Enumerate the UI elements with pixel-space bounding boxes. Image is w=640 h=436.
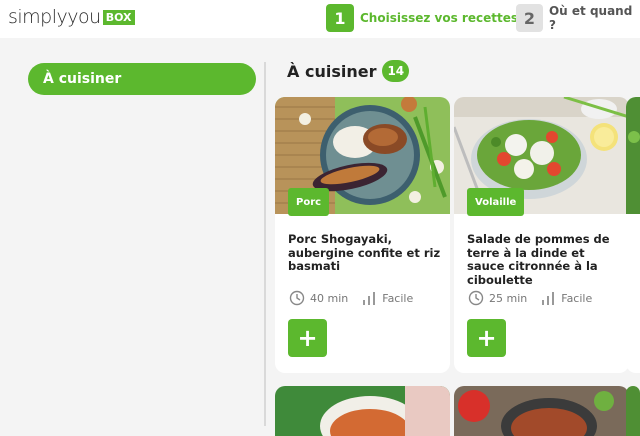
- logo-text: simplyyou: [8, 6, 101, 28]
- difficulty-level: Facile: [561, 291, 593, 305]
- step-choose-recipes[interactable]: 1 Choisissez vos recettes: [326, 4, 518, 32]
- top-bar: simplyyou BOX 1 Choisissez vos recettes …: [0, 0, 640, 38]
- recipe-image: [626, 97, 640, 214]
- recipe-card-partial[interactable]: [275, 386, 450, 436]
- clock-icon: [289, 290, 305, 306]
- category-tag: Porc: [288, 188, 330, 216]
- add-recipe-button[interactable]: +: [288, 319, 327, 357]
- clock-icon: [468, 290, 484, 306]
- difficulty-level: Facile: [382, 291, 414, 305]
- category-tag: Volaille: [467, 188, 525, 216]
- cook-time: 25 min: [489, 291, 528, 305]
- sidebar-item-label: À cuisiner: [43, 71, 122, 87]
- plus-icon: +: [476, 324, 497, 352]
- step-number: 1: [326, 4, 354, 32]
- step-label: Choisissez vos recettes: [360, 11, 518, 25]
- cook-time: 40 min: [310, 291, 349, 305]
- recipe-meta: 25 min Facile: [468, 290, 592, 306]
- add-recipe-button[interactable]: +: [467, 319, 506, 357]
- step-label: Où et quand ?: [548, 4, 633, 32]
- difficulty-bars-icon: [542, 292, 555, 305]
- recipe-image: [275, 386, 450, 436]
- recipe-card-partial[interactable]: [626, 97, 640, 373]
- step-number: 2: [516, 4, 543, 32]
- recipe-title[interactable]: Salade de pommes de terre à la dinde et …: [467, 232, 622, 287]
- vertical-divider: [264, 62, 266, 426]
- recipe-card[interactable]: Porc Porc Shogayaki, aubergine confite e…: [275, 97, 450, 373]
- logo-box: BOX: [102, 9, 135, 25]
- brand-logo[interactable]: simplyyou BOX: [8, 4, 135, 30]
- recipe-card[interactable]: Volaille Salade de pommes de terre à la …: [454, 97, 629, 373]
- count-badge: 14: [382, 60, 410, 82]
- recipe-meta: 40 min Facile: [289, 290, 413, 306]
- difficulty-bars-icon: [363, 292, 376, 305]
- plus-icon: +: [297, 324, 318, 352]
- section-header: À cuisiner 14: [287, 60, 410, 82]
- recipe-image: [454, 386, 629, 436]
- page-title: À cuisiner: [287, 61, 377, 81]
- recipe-card-partial[interactable]: [626, 386, 640, 436]
- recipe-card-partial[interactable]: [454, 386, 629, 436]
- recipe-image: [626, 386, 640, 436]
- step-where-when[interactable]: 2 Où et quand ?: [516, 4, 640, 32]
- sidebar-item-a-cuisiner[interactable]: À cuisiner: [28, 63, 256, 95]
- recipe-title[interactable]: Porc Shogayaki, aubergine confite et riz…: [288, 232, 443, 274]
